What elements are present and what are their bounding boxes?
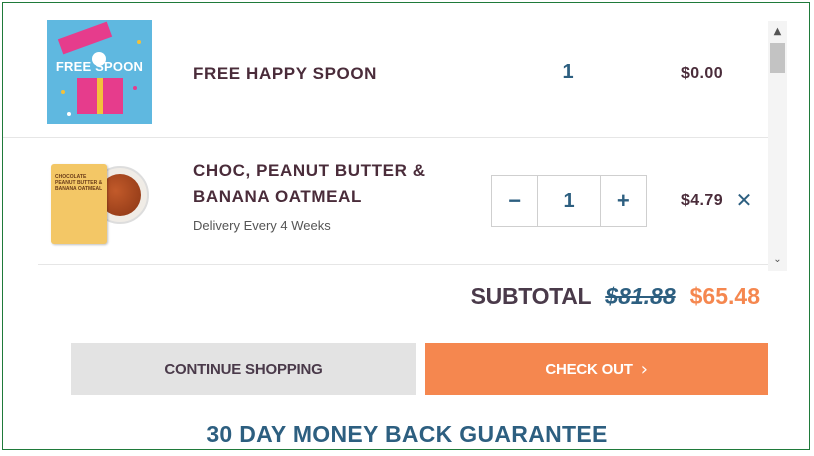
close-icon[interactable]: ✕ [734,188,754,212]
increment-button[interactable]: + [601,176,646,226]
oatmeal-package-label: CHOCOLATE PEANUT BUTTER & BANANA OATMEAL [55,174,103,192]
subtotal-label: SUBTOTAL [470,283,592,309]
free-spoon-image-text: FREE SPOON [55,59,144,74]
item-name[interactable]: CHOC, PEANUT BUTTER & BANANA OATMEAL [193,158,453,210]
scroll-down-arrow-icon[interactable]: ⌄ [768,249,787,271]
checkout-button[interactable]: CHECK OUT › [425,343,768,395]
list-divider [38,264,768,265]
confetti-dot [61,90,65,94]
confetti-dot [133,86,137,90]
discounted-total: $65.48 [689,283,760,309]
continue-shopping-label: CONTINUE SHOPPING [164,360,323,378]
subtotal-row: SUBTOTAL $81.88 $65.48 [471,283,760,310]
oatmeal-product-image[interactable]: CHOCOLATE PEANUT BUTTER & BANANA OATMEAL [51,160,151,248]
continue-shopping-button[interactable]: CONTINUE SHOPPING [71,343,416,395]
cart-panel: FREE SPOON FREE HAPPY SPOON 1 $0.00 CHOC… [2,2,810,450]
gift-lid-shape [57,21,113,55]
gift-ribbon [97,78,103,114]
item-price: $0.00 [680,65,723,82]
scrollbar-thumb[interactable] [770,43,785,73]
free-spoon-image[interactable]: FREE SPOON [47,20,152,124]
cart-item-free-spoon: FREE SPOON FREE HAPPY SPOON 1 $0.00 [3,3,768,137]
item-quantity: 1 [562,61,574,83]
decrement-button[interactable]: − [492,176,537,226]
item-price: $4.79 [680,192,723,209]
scroll-up-arrow-icon[interactable]: ▲ [768,21,787,43]
confetti-dot [67,112,71,116]
money-back-guarantee: 30 DAY MONEY BACK GUARANTEE [206,421,608,447]
delivery-frequency: Delivery Every 4 Weeks [193,218,331,233]
original-total: $81.88 [605,283,676,309]
quantity-value[interactable]: 1 [537,176,601,226]
cart-item-oatmeal: CHOCOLATE PEANUT BUTTER & BANANA OATMEAL… [3,137,768,265]
quantity-stepper: − 1 + [491,175,647,227]
oatmeal-package: CHOCOLATE PEANUT BUTTER & BANANA OATMEAL [51,164,107,244]
checkout-label: CHECK OUT [545,360,633,378]
item-name[interactable]: FREE HAPPY SPOON [193,61,377,87]
chevron-right-icon: › [640,358,648,380]
confetti-dot [137,40,141,44]
cart-item-list: FREE SPOON FREE HAPPY SPOON 1 $0.00 CHOC… [3,3,768,271]
